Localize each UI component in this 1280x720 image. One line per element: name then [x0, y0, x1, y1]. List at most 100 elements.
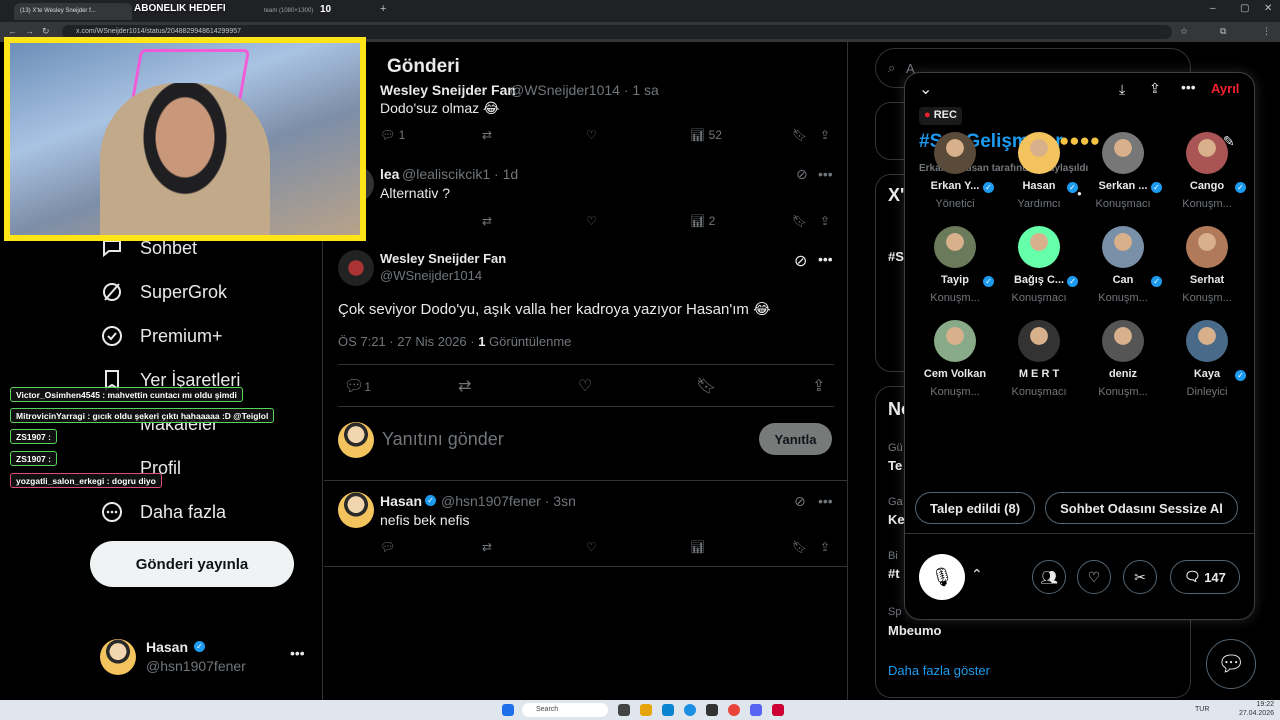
profile-handle: @hsn1907fener	[146, 658, 246, 674]
minimize-icon[interactable]: –	[1210, 3, 1216, 14]
nav-item-premium[interactable]: Premium+	[100, 319, 223, 353]
minimize-space-icon[interactable]: ⤓	[1119, 81, 1125, 98]
back-icon[interactable]: ←	[8, 26, 17, 36]
reload-icon[interactable]: ↻	[42, 26, 50, 37]
participant-avatar[interactable]	[934, 132, 976, 174]
clock-time[interactable]: 19:22	[1238, 701, 1274, 708]
participant-avatar[interactable]	[934, 226, 976, 268]
share-icon[interactable]: ⇪	[1149, 80, 1161, 97]
browser-tab[interactable]: (13) X'te Wesley Sneijder f...	[14, 3, 132, 20]
messages-fab-icon[interactable]: 💬︎	[1206, 639, 1256, 689]
verified-icon: ✓	[983, 182, 994, 193]
views-icon[interactable]: 📊︎ 2	[690, 214, 715, 228]
participant-avatar[interactable]	[1186, 320, 1228, 362]
discord-icon[interactable]	[750, 704, 762, 716]
share-icon[interactable]: ⇪	[820, 214, 830, 228]
menu-kebab-icon[interactable]: ⋮	[1262, 26, 1271, 37]
retweet-icon[interactable]: ⇄	[458, 376, 471, 396]
spaces-panel: ⌄ ⤓ ⇪ ••• Ayrıl ● REC #SonGelişmeler ●●●…	[904, 72, 1255, 620]
like-icon[interactable]: ♡	[586, 214, 597, 228]
retweet-icon[interactable]: ⇄	[482, 540, 492, 554]
edge-icon[interactable]	[684, 704, 696, 716]
nav-item-supergrok[interactable]: SuperGrok	[100, 275, 227, 309]
language-indicator[interactable]: TUR	[1195, 706, 1209, 713]
bookmark-icon[interactable]: 🔖︎	[792, 214, 807, 228]
browser-tab[interactable]: team (1080×1300)	[258, 3, 362, 20]
reply-icon[interactable]: 💬︎ 1	[380, 128, 405, 142]
stream-goal-label: ABONELIK HEDEFI	[134, 3, 226, 14]
tweet[interactable]: Hasan ✓ @hsn1907fener · 3sn nefis bek ne…	[324, 492, 848, 564]
obs-icon[interactable]	[772, 704, 784, 716]
show-more-link[interactable]: Daha fazla göster	[888, 663, 990, 678]
bookmark-icon[interactable]: 🔖︎	[696, 376, 716, 396]
reply-input[interactable]: Yanıtını gönder	[382, 429, 504, 450]
retweet-icon[interactable]: ⇄	[482, 214, 492, 228]
share-icon[interactable]: ⇪	[820, 128, 830, 142]
windows-start-icon[interactable]	[502, 704, 514, 716]
chevron-up-icon[interactable]: ⌃	[971, 566, 983, 583]
account-switcher[interactable]: Hasan ✓ @hsn1907fener •••	[100, 637, 310, 677]
more-dots-icon[interactable]: •••	[818, 251, 833, 267]
collapse-chevron-icon[interactable]: ⌄	[919, 79, 932, 99]
bookmark-icon[interactable]: 🔖︎	[792, 540, 807, 554]
tweet-actions: ⇄ ♡ 📊︎ 2 🔖︎ ⇪	[380, 214, 840, 232]
participant-avatar[interactable]	[1186, 226, 1228, 268]
clip-scissors-icon[interactable]: ✂	[1123, 560, 1157, 594]
store-icon[interactable]	[662, 704, 674, 716]
requests-button[interactable]: Talep edildi (8)	[915, 492, 1035, 524]
maximize-icon[interactable]: ▢	[1240, 3, 1249, 14]
participant-avatar[interactable]	[1102, 132, 1144, 174]
forward-icon[interactable]: →	[25, 26, 34, 36]
close-window-icon[interactable]: ✕	[1264, 3, 1272, 14]
nav-label: SuperGrok	[140, 281, 228, 302]
taskview-icon[interactable]	[618, 704, 630, 716]
clock-date[interactable]: 27.04.2026	[1230, 710, 1274, 717]
grok-icon[interactable]: ⊘	[794, 251, 807, 271]
microphone-icon[interactable]: 🎙︎	[919, 554, 965, 600]
reply-button[interactable]: Yanıtla	[759, 423, 832, 455]
retweet-icon[interactable]: ⇄	[482, 128, 492, 142]
tweet[interactable]: lea @lealiscikcik1 · 1d Alternativ ? ⊘ •…	[324, 166, 848, 238]
leave-button[interactable]: Ayrıl	[1211, 81, 1239, 96]
participant-avatar[interactable]	[1018, 226, 1060, 268]
app-icon[interactable]	[706, 704, 718, 716]
views-icon[interactable]: 📊︎	[690, 540, 705, 554]
participant-avatar[interactable]	[934, 320, 976, 362]
share-icon[interactable]: ⇪	[812, 376, 825, 396]
post-button[interactable]: Gönderi yayınla	[90, 541, 294, 587]
chrome-icon[interactable]	[728, 704, 740, 716]
tweet[interactable]: Wesley Sneijder Fan @WSneijder1014 · 1 s…	[324, 82, 848, 154]
participant-role: Konuşm...	[930, 386, 980, 398]
bookmark-star-icon[interactable]: ☆	[1180, 26, 1188, 37]
trend-name[interactable]: Mbeumo	[888, 623, 941, 638]
participant-avatar[interactable]	[1102, 226, 1144, 268]
more-dots-icon[interactable]: •••	[1181, 79, 1196, 95]
extensions-icon[interactable]: ⧉	[1220, 26, 1226, 37]
people-icon[interactable]: 👥︎	[1032, 560, 1066, 594]
reply-icon[interactable]: 💬︎	[380, 540, 395, 554]
participant-avatar[interactable]	[1102, 320, 1144, 362]
share-icon[interactable]: ⇪	[820, 540, 830, 554]
like-icon[interactable]: ♡	[586, 128, 597, 142]
nav-item-more[interactable]: Daha fazla	[100, 495, 226, 529]
views-icon[interactable]: 📊︎ 52	[690, 128, 722, 142]
more-dots-icon[interactable]: •••	[290, 645, 305, 661]
like-icon[interactable]: ♡	[586, 540, 597, 554]
heart-reaction-icon[interactable]: ♡	[1077, 560, 1111, 594]
grok-icon[interactable]: ⊘	[796, 166, 808, 183]
taskbar-search[interactable]: Search	[522, 703, 608, 717]
participant-avatar[interactable]	[1186, 132, 1228, 174]
grok-icon[interactable]: ⊘	[794, 493, 806, 510]
mute-space-button[interactable]: Sohbet Odasını Sessize Al	[1045, 492, 1238, 524]
new-tab-icon[interactable]: +	[380, 3, 386, 15]
participant-avatar[interactable]	[1018, 132, 1060, 174]
more-dots-icon[interactable]: •••	[818, 493, 833, 509]
reply-icon[interactable]: 💬︎1	[344, 376, 371, 396]
file-explorer-icon[interactable]	[640, 704, 652, 716]
comments-button[interactable]: 🗨︎ 147	[1170, 560, 1240, 594]
like-icon[interactable]: ♡	[578, 376, 592, 396]
more-dots-icon[interactable]: •••	[818, 166, 833, 182]
participant-avatar[interactable]	[1018, 320, 1060, 362]
bookmark-icon[interactable]: 🔖︎	[792, 128, 807, 142]
tweet-actions: 💬︎ 1 ⇄ ♡ 📊︎ 52 🔖︎ ⇪	[380, 128, 840, 146]
